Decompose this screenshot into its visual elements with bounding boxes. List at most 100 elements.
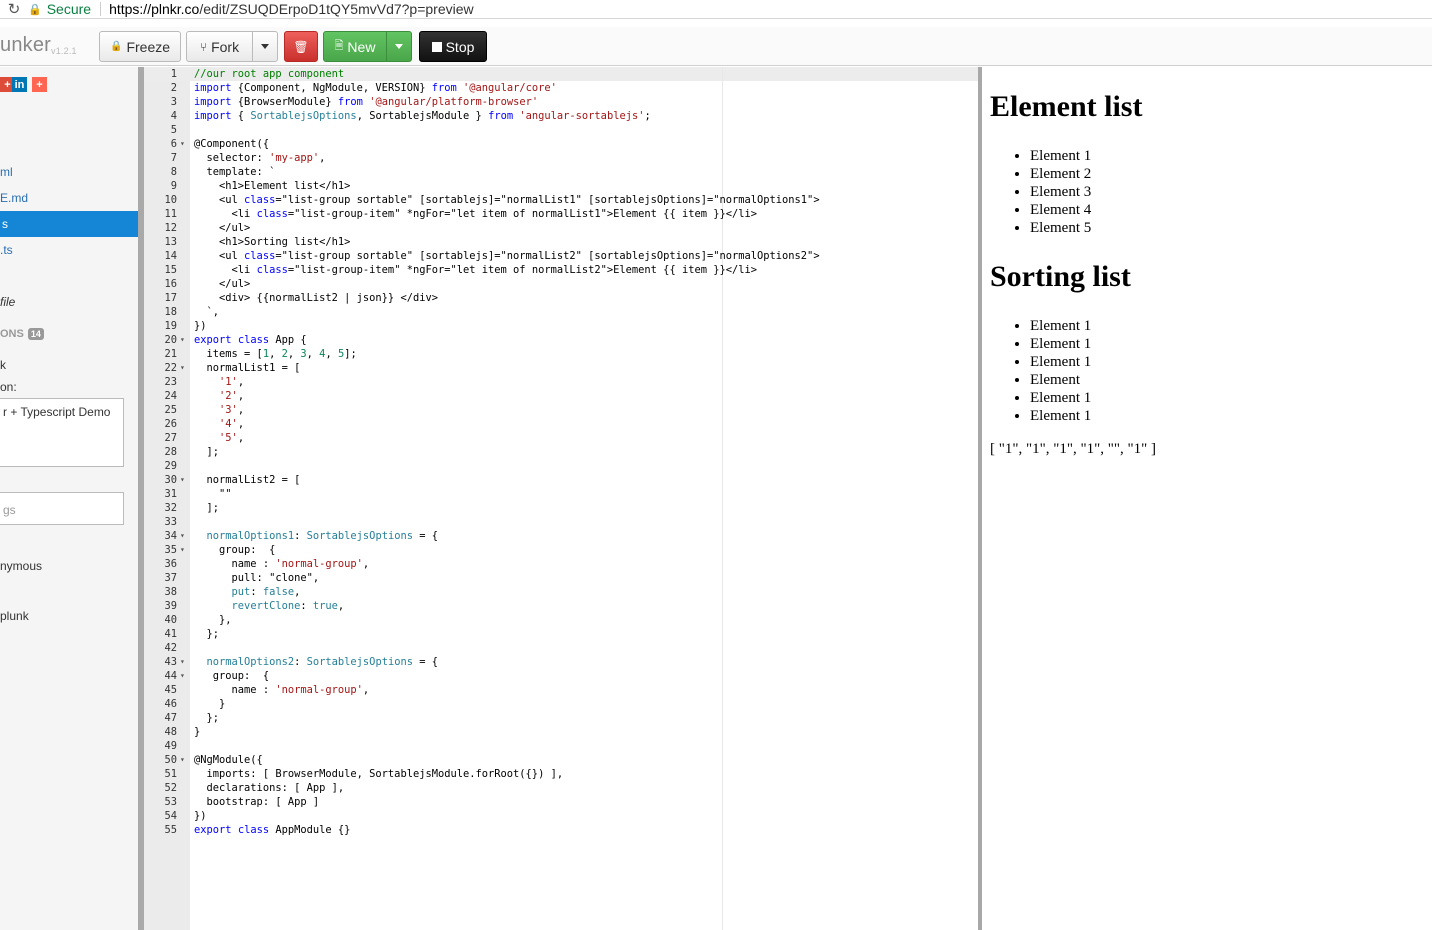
code-line[interactable]: 4 import { SortablejsOptions, SortablejsM… xyxy=(144,109,978,123)
code-line[interactable]: 51 imports: [ BrowserModule, SortablejsM… xyxy=(144,767,978,781)
tags-input[interactable]: gs xyxy=(0,492,124,525)
code-line[interactable]: 11 <li class="list-group-item" *ngFor="l… xyxy=(144,207,978,221)
code-line[interactable]: 43 ▾ normalOptions2: SortablejsOptions = … xyxy=(144,655,978,669)
code-line[interactable]: 45 name : 'normal-group', xyxy=(144,683,978,697)
code-line[interactable]: 19}) xyxy=(144,319,978,333)
code-line[interactable]: 10 <ul class="list-group sortable" [sort… xyxy=(144,193,978,207)
code-line[interactable]: 20 ▾ export class App { xyxy=(144,333,978,347)
code-line[interactable]: 40 }, xyxy=(144,613,978,627)
linkedin-share-icon[interactable]: in xyxy=(12,77,27,92)
new-dropdown-button[interactable] xyxy=(386,31,412,62)
code-line[interactable]: 8 template: ` xyxy=(144,165,978,179)
code-line[interactable]: 30 ▾ normalList2 = [ xyxy=(144,473,978,487)
code-line[interactable]: 15 <li class="list-group-item" *ngFor="l… xyxy=(144,263,978,277)
code-line[interactable]: 50 ▾ @NgModule({ xyxy=(144,753,978,767)
fold-toggle-icon[interactable]: ▾ xyxy=(180,543,185,557)
code-line[interactable]: 9 <h1>Element list</h1> xyxy=(144,179,978,193)
code-line[interactable]: 31 "" xyxy=(144,487,978,501)
code-line[interactable]: 55 export class AppModule {} xyxy=(144,823,978,837)
code-line[interactable]: 14 <ul class="list-group sortable" [sort… xyxy=(144,249,978,263)
fork-dropdown-button[interactable] xyxy=(252,31,278,62)
code-line[interactable]: 49 xyxy=(144,739,978,753)
fold-toggle-icon[interactable]: ▾ xyxy=(180,333,185,347)
code-line[interactable]: 23 '1', xyxy=(144,375,978,389)
code-line[interactable]: 13 <h1>Sorting list</h1> xyxy=(144,235,978,249)
code-line[interactable]: 36 name : 'normal-group', xyxy=(144,557,978,571)
code-line[interactable]: 39 revertClone: true, xyxy=(144,599,978,613)
fold-toggle-icon[interactable]: ▾ xyxy=(180,137,185,151)
list-item[interactable]: Element xyxy=(1030,371,1091,389)
list-item[interactable]: Element 3 xyxy=(1030,183,1091,201)
code-line[interactable]: 24 '2', xyxy=(144,389,978,403)
delete-button[interactable]: 🗑 xyxy=(284,31,318,62)
code-line[interactable]: 21 items = [1, 2, 3, 4, 5]; xyxy=(144,347,978,361)
plunk-link[interactable]: plunk xyxy=(0,609,29,623)
list-item[interactable]: Element 5 xyxy=(1030,219,1091,237)
code-line[interactable]: 7 selector: 'my-app', xyxy=(144,151,978,165)
code-line[interactable]: 5 xyxy=(144,123,978,137)
code-line[interactable]: 12 </ul> xyxy=(144,221,978,235)
code-line[interactable]: 53 bootstrap: [ App ] xyxy=(144,795,978,809)
code-line[interactable]: 1 //our root app component xyxy=(144,67,978,81)
code-line[interactable]: 17 <div> {{normalList2 | json}} </div> xyxy=(144,291,978,305)
code-line[interactable]: 18 `, xyxy=(144,305,978,319)
add-share-icon[interactable]: + xyxy=(32,77,47,92)
address-bar[interactable]: ↻ 🔒 Secure https://plnkr.co/edit/ZSUQDEr… xyxy=(0,0,1432,19)
code-line[interactable]: 25 '3', xyxy=(144,403,978,417)
code-line[interactable]: 28 ]; xyxy=(144,445,978,459)
element-list[interactable]: Element 1Element 2Element 3Element 4Elem… xyxy=(1030,147,1091,237)
code-line[interactable]: 32 ]; xyxy=(144,501,978,515)
sidebar-options-header[interactable]: ONS 14 xyxy=(0,328,44,340)
sorting-list[interactable]: Element 1Element 1Element 1ElementElemen… xyxy=(1030,317,1091,425)
code-line[interactable]: 42 xyxy=(144,641,978,655)
sidebar-file-active[interactable]: s xyxy=(0,211,138,237)
code-lines[interactable]: 1 //our root app component 2 import {Compon… xyxy=(144,67,978,837)
list-item[interactable]: Element 1 xyxy=(1030,353,1091,371)
fold-toggle-icon[interactable]: ▾ xyxy=(180,669,185,683)
code-line[interactable]: 2 import {Component, NgModule, VERSION} f… xyxy=(144,81,978,95)
code-line[interactable]: 3 import {BrowserModule} from '@angular/p… xyxy=(144,95,978,109)
code-line[interactable]: 48} xyxy=(144,725,978,739)
code-line[interactable]: 33 xyxy=(144,515,978,529)
code-line[interactable]: 47 }; xyxy=(144,711,978,725)
list-item[interactable]: Element 1 xyxy=(1030,317,1091,335)
fold-toggle-icon[interactable]: ▾ xyxy=(180,655,185,669)
code-line[interactable]: 34 ▾ normalOptions1: SortablejsOptions = … xyxy=(144,529,978,543)
fold-toggle-icon[interactable]: ▾ xyxy=(180,753,185,767)
code-line[interactable]: 29 xyxy=(144,459,978,473)
sidebar-file-html[interactable]: ml xyxy=(0,165,13,179)
sidebar-file-readme[interactable]: E.md xyxy=(0,191,28,205)
code-line[interactable]: 27 '5', xyxy=(144,431,978,445)
list-item[interactable]: Element 2 xyxy=(1030,165,1091,183)
code-line[interactable]: 37 pull: "clone", xyxy=(144,571,978,585)
list-item[interactable]: Element 1 xyxy=(1030,407,1091,425)
fork-button[interactable]: ⑂ Fork xyxy=(186,31,253,62)
code-line[interactable]: 6 ▾ @Component({ xyxy=(144,137,978,151)
code-line[interactable]: 44 ▾ group: { xyxy=(144,669,978,683)
list-item[interactable]: Element 1 xyxy=(1030,335,1091,353)
new-button[interactable]: 🗎 New xyxy=(323,31,387,62)
new-file-link[interactable]: file xyxy=(0,295,15,309)
code-line[interactable]: 16 </ul> xyxy=(144,277,978,291)
list-item[interactable]: Element 1 xyxy=(1030,147,1091,165)
code-line[interactable]: 46 } xyxy=(144,697,978,711)
stop-button[interactable]: Stop xyxy=(419,31,487,62)
list-item[interactable]: Element 4 xyxy=(1030,201,1091,219)
sidebar-file-ts[interactable]: .ts xyxy=(0,243,13,257)
code-line[interactable]: 26 '4', xyxy=(144,417,978,431)
description-textarea[interactable]: r + Typescript Demo xyxy=(0,398,124,467)
fold-toggle-icon[interactable]: ▾ xyxy=(180,361,185,375)
code-line[interactable]: 22 ▾ normalList1 = [ xyxy=(144,361,978,375)
fold-toggle-icon[interactable]: ▾ xyxy=(180,473,185,487)
fold-toggle-icon[interactable]: ▾ xyxy=(180,529,185,543)
code-line[interactable]: 35 ▾ group: { xyxy=(144,543,978,557)
list-item[interactable]: Element 1 xyxy=(1030,389,1091,407)
code-line[interactable]: 41 }; xyxy=(144,627,978,641)
code-line[interactable]: 52 declarations: [ App ], xyxy=(144,781,978,795)
brand-logo[interactable]: unkerv1.2.1 xyxy=(0,34,77,57)
url-text[interactable]: https://plnkr.co/edit/ZSUQDErpoD1tQY5mvV… xyxy=(109,1,474,17)
code-line[interactable]: 54}) xyxy=(144,809,978,823)
reload-icon[interactable]: ↻ xyxy=(0,0,28,18)
freeze-button[interactable]: 🔒 Freeze xyxy=(99,31,181,62)
code-line[interactable]: 38 put: false, xyxy=(144,585,978,599)
